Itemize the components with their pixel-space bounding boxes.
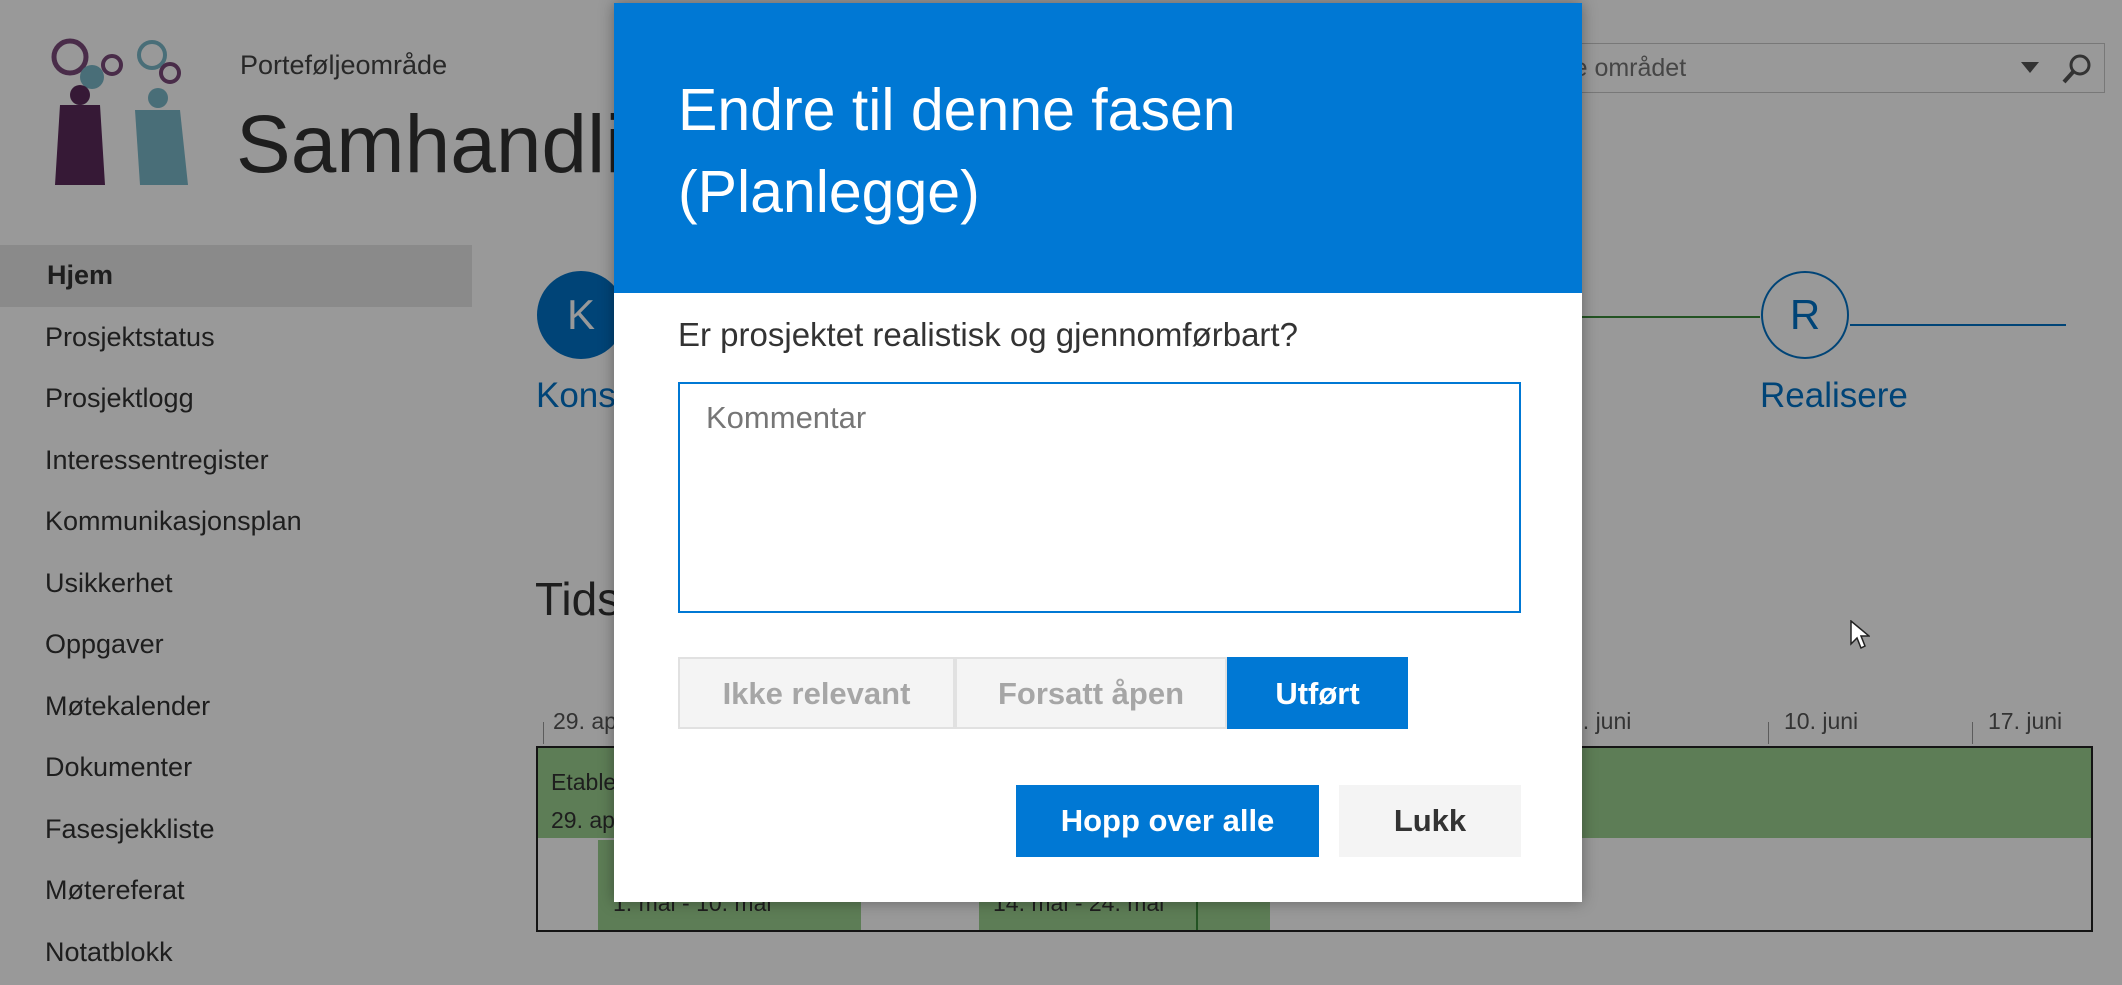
checklist-question: Er prosjektet realistisk og gjennomførba… [678, 316, 1298, 353]
status-still-open-button[interactable]: Forsatt åpen [955, 657, 1227, 729]
dialog-title: Endre til denne fasen (Planlegge) [678, 77, 1236, 225]
phase-change-dialog: Endre til denne fasen (Planlegge) Er pro… [614, 3, 1582, 902]
status-not-relevant-button[interactable]: Ikke relevant [678, 657, 955, 729]
close-button[interactable]: Lukk [1339, 785, 1521, 857]
comment-field[interactable] [678, 382, 1521, 613]
status-done-button[interactable]: Utført [1227, 657, 1408, 729]
skip-all-button[interactable]: Hopp over alle [1016, 785, 1319, 857]
mouse-cursor-icon [1850, 620, 1870, 650]
dialog-header: Endre til denne fasen (Planlegge) [614, 3, 1582, 293]
